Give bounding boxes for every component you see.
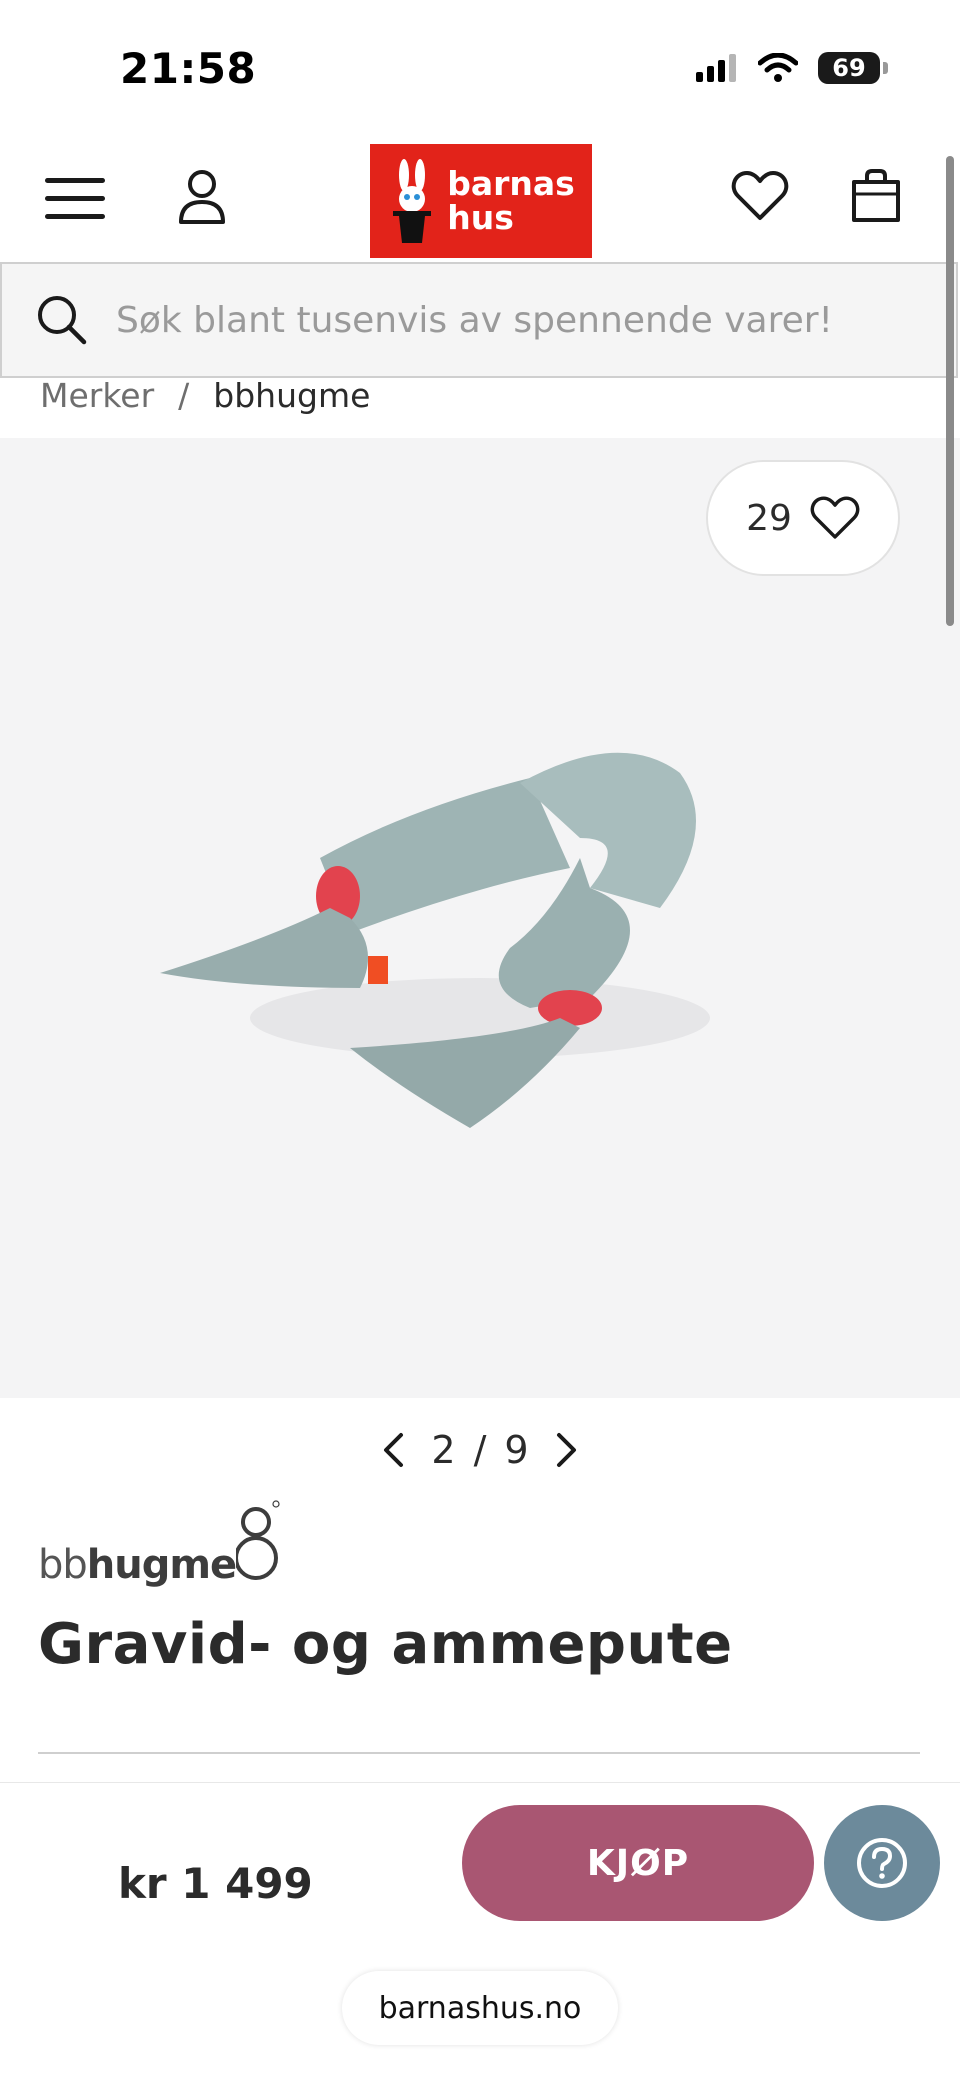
brand-mark-icon	[236, 1500, 280, 1580]
wifi-icon	[758, 53, 798, 82]
favorite-button[interactable]: 29	[706, 460, 900, 576]
status-time: 21:58	[120, 44, 257, 93]
logo-text: barnas hus	[447, 167, 575, 235]
gallery-pager: 2 / 9	[0, 1420, 960, 1480]
buy-bar: kr 1 499 KJØP barnashus.no	[0, 1782, 960, 2081]
heart-outline-icon	[810, 496, 860, 539]
product-price: kr 1 499	[118, 1859, 313, 1908]
browser-url-pill[interactable]: barnashus.no	[342, 1971, 618, 2045]
brand-name-bold: hugme	[86, 1542, 237, 1588]
signal-icon	[696, 54, 736, 82]
battery-icon: 69	[818, 52, 888, 84]
scrollbar[interactable]	[946, 156, 954, 626]
favorite-count: 29	[746, 497, 792, 539]
product-image-pillow	[160, 752, 710, 1128]
rabbit-hat-icon	[393, 159, 432, 243]
question-icon	[857, 1838, 907, 1888]
logo-line-1: barnas	[447, 164, 575, 203]
breadcrumb: Merker / bbhugme	[40, 376, 370, 415]
search-icon[interactable]	[36, 294, 96, 346]
logo-line-2: hus	[447, 198, 514, 237]
brand-name: bbhugme	[38, 1542, 237, 1588]
brand-logo[interactable]: bbhugme	[38, 1496, 280, 1588]
barnashus-logo[interactable]: barnas hus	[370, 144, 592, 258]
site-header: barnas hus	[0, 140, 960, 260]
divider	[38, 1752, 920, 1754]
chevron-right-icon[interactable]	[547, 1430, 587, 1470]
shopping-bag-icon[interactable]	[848, 166, 904, 226]
heart-icon[interactable]	[730, 168, 790, 224]
product-title: Gravid- og ammepute	[38, 1612, 733, 1677]
user-icon[interactable]	[174, 166, 230, 228]
help-button[interactable]	[824, 1805, 940, 1921]
product-gallery[interactable]: 29	[0, 438, 960, 1398]
search-input[interactable]	[116, 299, 916, 341]
status-bar: 21:58 69	[0, 0, 960, 140]
pager-current: 2	[431, 1428, 456, 1472]
status-icons: 69	[696, 52, 888, 84]
battery-level: 69	[832, 54, 866, 82]
pager-total: 9	[504, 1428, 529, 1472]
brand-name-light: bb	[38, 1542, 88, 1588]
breadcrumb-item-current[interactable]: bbhugme	[213, 376, 370, 415]
breadcrumb-item-merker[interactable]: Merker	[40, 376, 154, 415]
pager-separator: /	[473, 1428, 487, 1472]
breadcrumb-separator: /	[178, 376, 190, 415]
hamburger-menu-icon[interactable]	[40, 174, 110, 224]
buy-button[interactable]: KJØP	[462, 1805, 814, 1921]
chevron-left-icon[interactable]	[373, 1430, 413, 1470]
search-bar	[0, 262, 958, 378]
